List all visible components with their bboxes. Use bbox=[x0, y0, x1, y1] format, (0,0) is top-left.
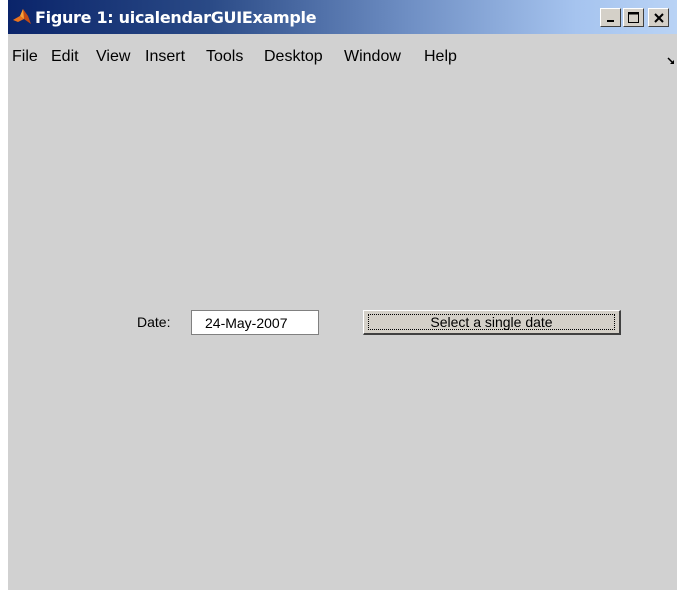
menu-help[interactable]: Help bbox=[424, 48, 457, 66]
date-label: Date: bbox=[137, 314, 171, 330]
menu-edit[interactable]: Edit bbox=[51, 48, 79, 66]
menu-insert[interactable]: Insert bbox=[145, 48, 185, 66]
figure-window: Figure 1: uicalendarGUIExample File Edit… bbox=[8, 0, 677, 590]
menu-bar: File Edit View Insert Tools Desktop Wind… bbox=[8, 34, 677, 78]
menu-file[interactable]: File bbox=[12, 48, 38, 66]
minimize-button[interactable] bbox=[600, 8, 621, 27]
close-icon bbox=[653, 12, 664, 23]
maximize-button[interactable] bbox=[623, 8, 644, 27]
close-button[interactable] bbox=[648, 8, 669, 27]
menu-window[interactable]: Window bbox=[344, 48, 401, 66]
menu-tools[interactable]: Tools bbox=[206, 48, 243, 66]
minimize-icon bbox=[606, 19, 614, 22]
window-title: Figure 1: uicalendarGUIExample bbox=[35, 8, 317, 27]
select-single-date-button[interactable]: Select a single date bbox=[363, 310, 621, 335]
title-bar[interactable]: Figure 1: uicalendarGUIExample bbox=[8, 0, 677, 34]
menu-desktop[interactable]: Desktop bbox=[264, 48, 323, 66]
date-field[interactable]: 24-May-2007 bbox=[191, 310, 319, 335]
select-single-date-label: Select a single date bbox=[368, 314, 615, 330]
maximize-icon bbox=[628, 12, 639, 23]
matlab-logo-icon bbox=[12, 7, 32, 27]
menu-view[interactable]: View bbox=[96, 48, 130, 66]
dock-arrow-icon[interactable] bbox=[667, 52, 675, 64]
